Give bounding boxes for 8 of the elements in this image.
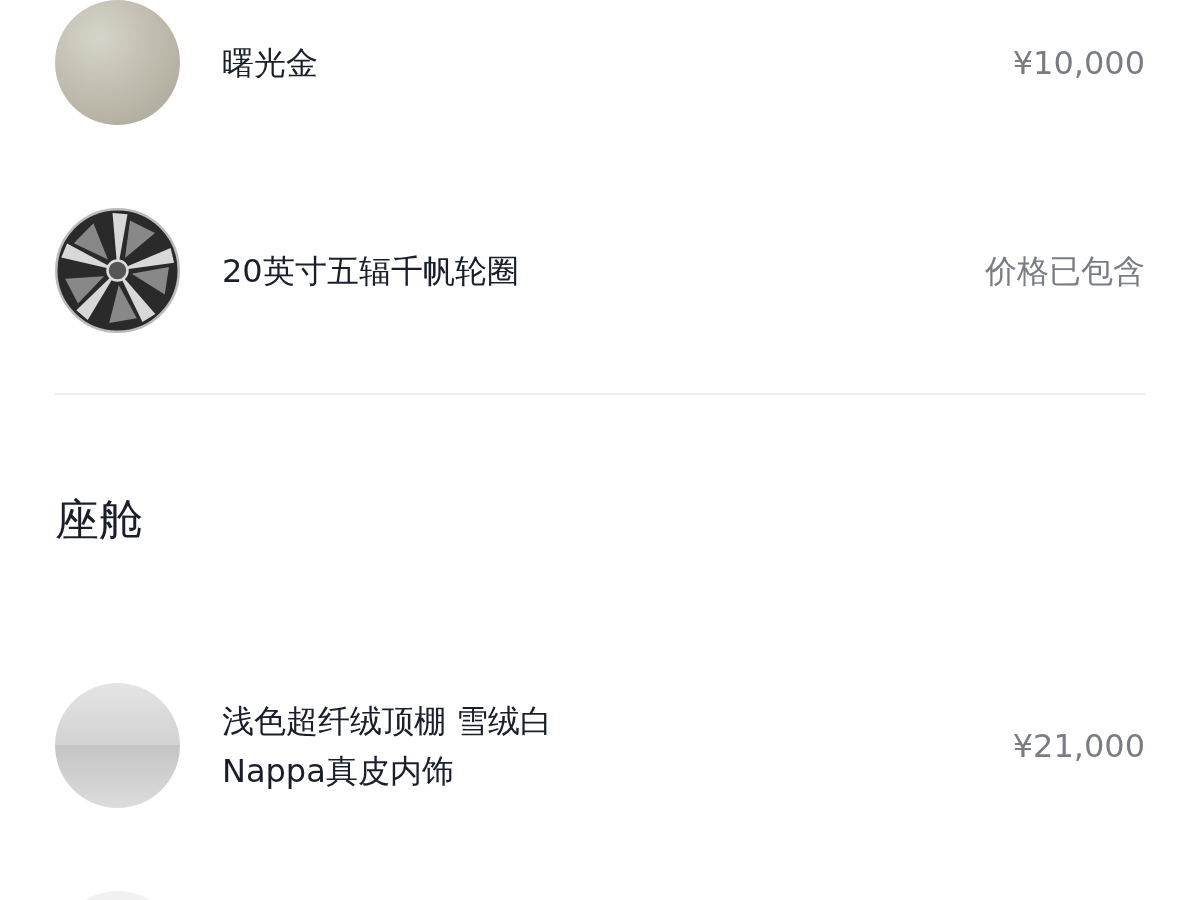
option-price: ¥21,000 (1012, 725, 1145, 767)
wheel-icon (55, 208, 180, 333)
option-name: 20英寸五辐千帆轮圈 (222, 250, 520, 292)
option-price: ¥10,000 (1012, 42, 1145, 84)
section-title: 座舱 (54, 493, 144, 547)
option-price: 价格已包含 (985, 250, 1145, 292)
option-name: 浅色超纤绒顶棚 雪绒白 Nappa真皮内饰 (222, 700, 554, 792)
option-name: 曙光金 (222, 42, 319, 84)
